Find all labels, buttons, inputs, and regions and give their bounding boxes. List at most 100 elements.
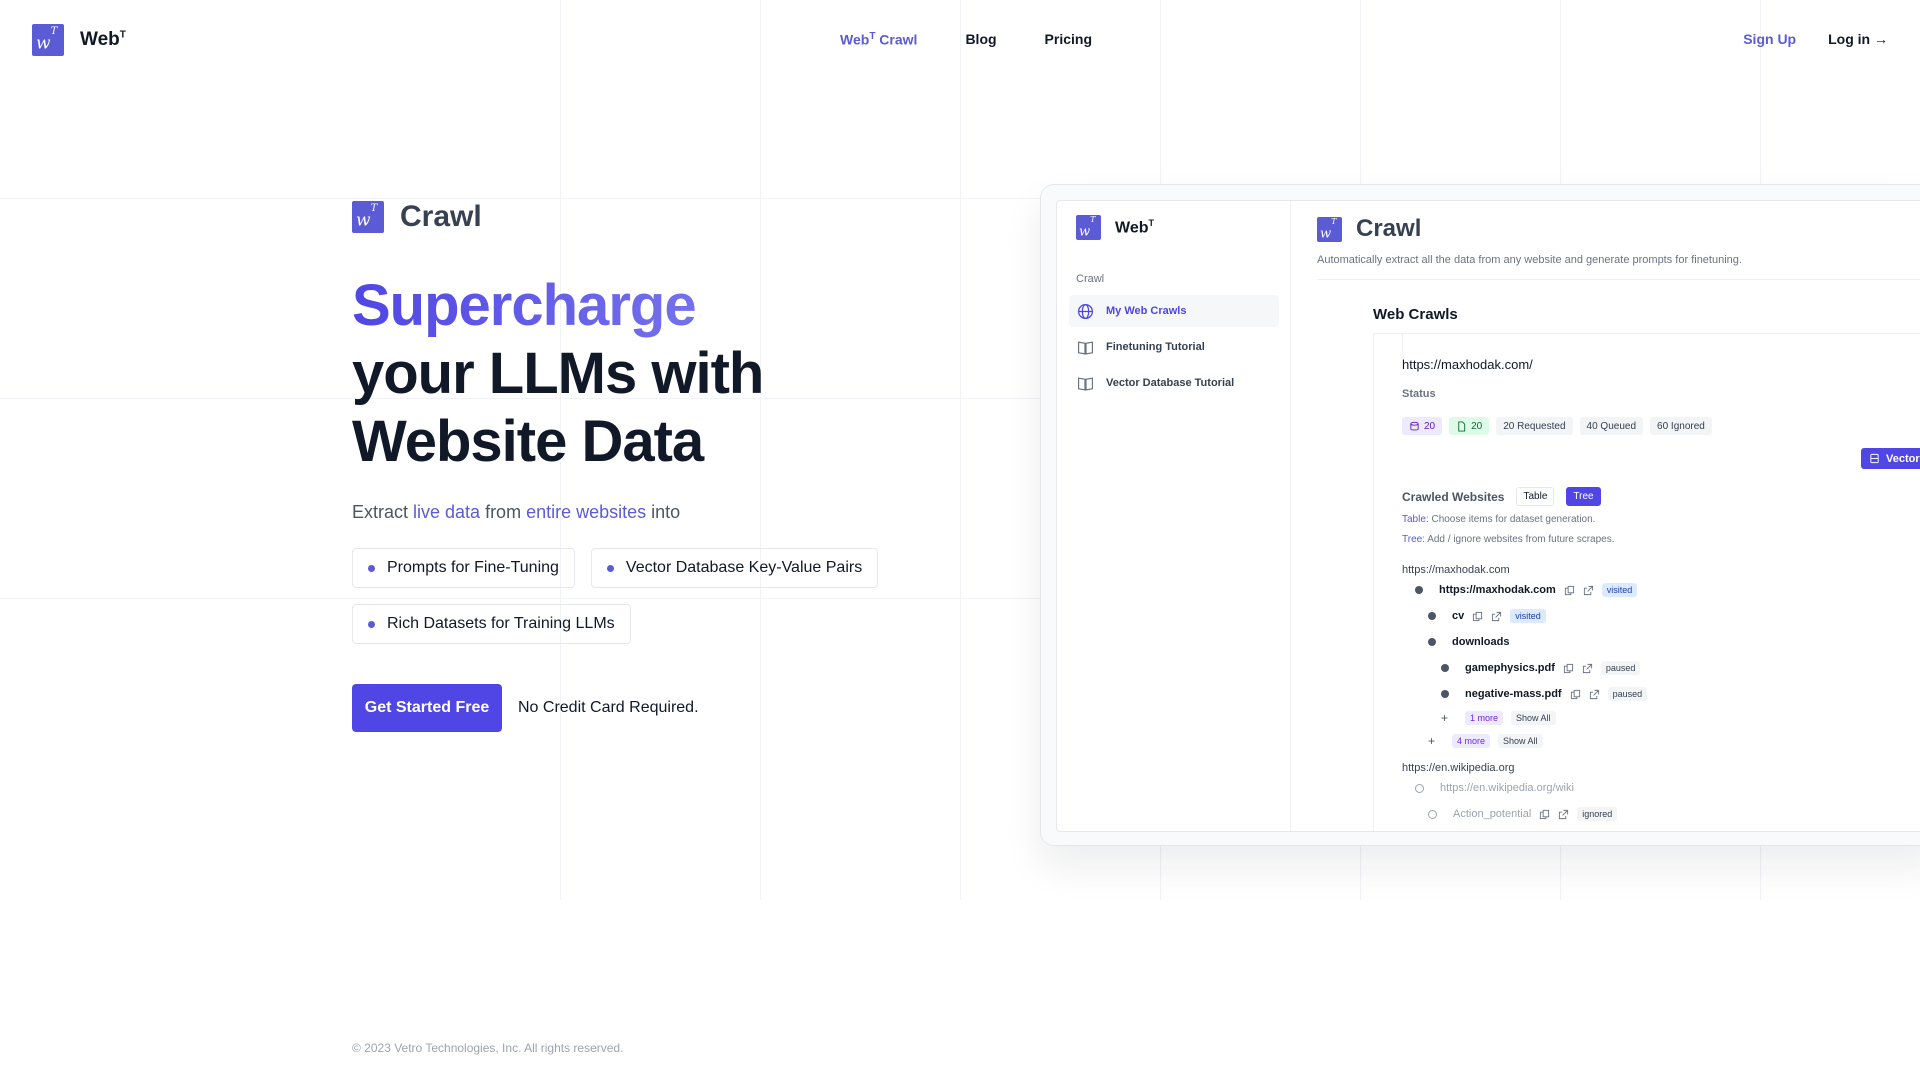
tree-ring-icon (1415, 783, 1424, 793)
book-icon (1078, 376, 1093, 391)
tree-bullet-icon (1428, 638, 1436, 646)
external-link-icon[interactable] (1491, 611, 1502, 622)
more-count-tag[interactable]: 4 more (1452, 734, 1491, 748)
feature-pills: Prompts for Fine-Tuning Vector Database … (352, 548, 912, 644)
sidebar-item-my-web-crawls[interactable]: My Web Crawls (1069, 295, 1279, 327)
hero-subtitle: Extract live data from entire websites i… (352, 502, 681, 522)
cta-note: No Credit Card Required. (518, 699, 699, 716)
bullet-dot-icon (606, 564, 614, 572)
webt-logo-icon: wT (32, 24, 64, 56)
preview-page-title: Crawl (1356, 215, 1422, 242)
preview-page-header: wT Crawl (1317, 215, 1421, 243)
copy-icon[interactable] (1563, 663, 1574, 674)
footer-copyright: © 2023 Vetro Technologies, Inc. All righ… (352, 1041, 624, 1055)
tree-more-row: + 4 more Show All (1428, 733, 1543, 749)
cta-row: Get Started Free No Credit Card Required… (352, 684, 912, 732)
nav-link-blog[interactable]: Blog (965, 31, 996, 48)
external-link-icon[interactable] (1589, 689, 1600, 700)
copy-icon[interactable] (1472, 611, 1483, 622)
copy-icon[interactable] (1570, 689, 1581, 700)
tree-node[interactable]: downloads (1428, 634, 1509, 650)
tree-bullet-icon (1441, 664, 1449, 672)
database-icon (1870, 453, 1879, 464)
paused-tag: paused (1607, 687, 1648, 701)
copy-icon[interactable] (1564, 585, 1575, 596)
log-in-link[interactable]: Log in → (1828, 31, 1888, 47)
web-crawls-heading: Web Crawls (1373, 306, 1458, 323)
nav-link-crawl[interactable]: WebT Crawl (840, 31, 917, 48)
external-link-icon[interactable] (1558, 809, 1569, 820)
nav-link-pricing[interactable]: Pricing (1045, 31, 1092, 48)
crawled-websites-title: Crawled Websites (1402, 489, 1505, 504)
status-badge: 20 (1449, 417, 1490, 435)
file-icon (1458, 420, 1466, 432)
feature-pill: Vector Database Key-Value Pairs (590, 548, 879, 588)
tree-node[interactable]: Action_potential ignored (1428, 806, 1618, 822)
book-icon (1078, 340, 1093, 355)
sidebar-item-vector-database-tutorial[interactable]: Vector Database Tutorial (1069, 367, 1279, 399)
hero-section: wT Crawl Supercharge your LLMs with Webs… (352, 200, 912, 732)
webt-logo-icon: wT (1076, 215, 1101, 240)
tree-more-row: + 1 more Show All (1441, 710, 1556, 726)
hero-title-line-3: Website Data (352, 409, 704, 474)
main-nav: WebT Crawl Blog Pricing (840, 31, 1092, 48)
visited-tag: visited (1510, 609, 1546, 623)
tree-bullet-icon (1441, 690, 1449, 698)
brand-logo-link[interactable]: wT WebT (32, 24, 126, 56)
more-count-tag[interactable]: 1 more (1465, 711, 1504, 725)
bullet-dot-icon (368, 620, 375, 628)
app-preview: wT WebT Crawl My Web Crawls Finetuning T… (1040, 184, 1920, 846)
help-table: Table: Choose items for dataset generati… (1402, 514, 1596, 525)
hero-title-line-2: your LLMs with (352, 341, 764, 406)
plus-icon[interactable]: + (1428, 734, 1438, 748)
show-all-button[interactable]: Show All (1511, 711, 1556, 725)
bullet-dot-icon (368, 564, 375, 572)
webt-logo-icon: wT (1317, 216, 1342, 242)
auth-links: Sign Up Log in → (1743, 31, 1888, 47)
tab-table[interactable]: Table (1516, 487, 1555, 506)
feature-pill: Prompts for Fine-Tuning (352, 548, 575, 588)
database-icon (1410, 421, 1419, 430)
preview-brand: wT WebT (1076, 215, 1154, 240)
brand-name: WebT (80, 29, 126, 50)
status-badges: 20 20 20 Requested 40 Queued 60 Ignored (1402, 417, 1712, 435)
tree-node[interactable]: cv visited (1428, 608, 1546, 624)
status-label: Status (1402, 388, 1436, 400)
sign-up-link[interactable]: Sign Up (1743, 31, 1796, 47)
sidebar-item-finetuning-tutorial[interactable]: Finetuning Tutorial (1069, 331, 1279, 363)
tree-node[interactable]: negative-mass.pdf paused (1441, 686, 1648, 702)
app-preview-window: wT WebT Crawl My Web Crawls Finetuning T… (1056, 200, 1920, 832)
status-badge: 60 Ignored (1650, 417, 1712, 435)
product-name: Crawl (400, 200, 482, 233)
tree-node[interactable]: https://en.wikipedia.org/wiki (1415, 780, 1574, 796)
preview-main: wT Crawl Automatically extract all the d… (1291, 201, 1920, 831)
tree-node[interactable]: https://maxhodak.com visited (1415, 582, 1638, 598)
help-tree: Tree: Add / ignore websites from future … (1402, 534, 1615, 545)
ignored-tag: ignored (1577, 807, 1618, 821)
plus-icon[interactable]: + (1441, 711, 1451, 725)
hero-title: Supercharge your LLMs with Website Data (352, 272, 912, 476)
external-link-icon[interactable] (1582, 663, 1593, 674)
external-link-icon[interactable] (1583, 585, 1594, 596)
product-heading: wT Crawl (352, 200, 912, 234)
crawled-websites-header: Crawled Websites Table Tree (1402, 487, 1601, 506)
get-started-button[interactable]: Get Started Free (352, 684, 502, 732)
show-all-button[interactable]: Show All (1498, 734, 1543, 748)
tab-tree[interactable]: Tree (1566, 487, 1601, 506)
status-badge: 20 Requested (1496, 417, 1573, 435)
preview-sidebar: wT WebT Crawl My Web Crawls Finetuning T… (1057, 201, 1291, 831)
preview-page-description: Automatically extract all the data from … (1317, 254, 1742, 266)
tree-bullet-icon (1428, 612, 1436, 620)
globe-icon (1077, 303, 1094, 319)
vector-button[interactable]: Vector (1861, 448, 1920, 469)
sidebar-section-label: Crawl (1076, 273, 1105, 285)
status-badge: 40 Queued (1579, 417, 1644, 435)
paused-tag: paused (1600, 661, 1641, 675)
tree-ring-icon (1428, 809, 1437, 819)
tree-root-domain: https://en.wikipedia.org (1402, 762, 1515, 774)
tree-node[interactable]: gamephysics.pdf paused (1441, 660, 1641, 676)
visited-tag: visited (1601, 583, 1638, 597)
tree-root-domain: https://maxhodak.com (1402, 564, 1510, 576)
crawl-url[interactable]: https://maxhodak.com/ (1402, 357, 1533, 372)
copy-icon[interactable] (1539, 809, 1550, 820)
